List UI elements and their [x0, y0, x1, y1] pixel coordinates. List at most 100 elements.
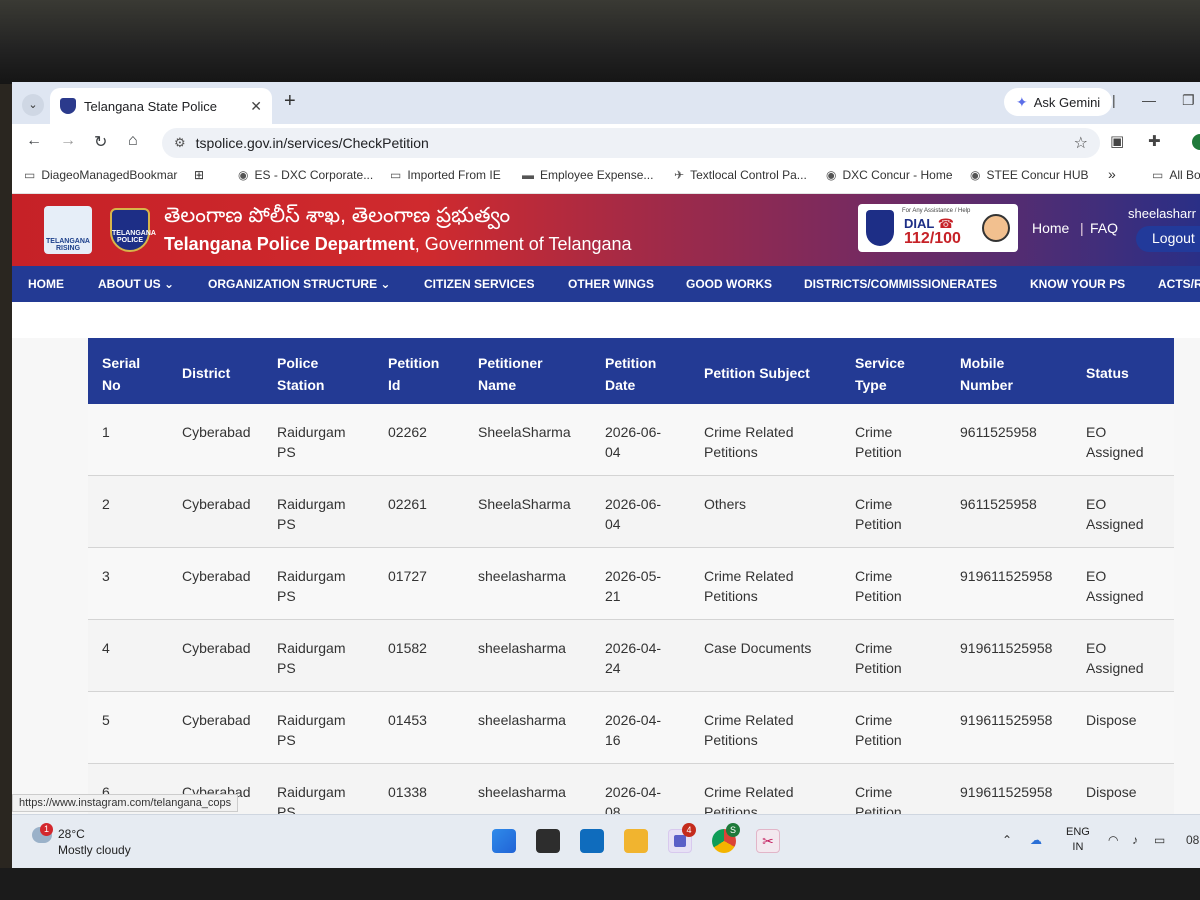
telangana-police-emblem[interactable]: TELANGANA POLICE: [110, 208, 156, 252]
cell-petition-id: 01453: [388, 712, 427, 728]
bookmark-item[interactable]: ◉ DXC Concur - Home: [826, 168, 953, 182]
nav-acts[interactable]: ACTS/R: [1158, 277, 1200, 291]
bookmark-item[interactable]: ▭ DiageoManagedBookmar: [24, 168, 177, 182]
cell-petition-date: 2026-06-04: [605, 496, 662, 532]
home-icon[interactable]: ⌂: [128, 132, 138, 150]
globe-icon: ◉: [826, 168, 837, 182]
cell-status: EO Assigned: [1086, 424, 1144, 460]
home-link[interactable]: Home: [1032, 220, 1069, 236]
bookmark-label: Imported From IE: [407, 168, 501, 182]
reading-list-icon[interactable]: ▣: [1110, 132, 1124, 150]
cell-district: Cyberabad: [182, 424, 251, 440]
cell-police-station: Raidurgam PS: [277, 712, 346, 748]
bookmark-label: ES - DXC Corporate...: [254, 168, 374, 182]
bookmark-star-icon[interactable]: ☆: [1074, 133, 1088, 153]
police-shield-icon: [866, 210, 894, 246]
nav-good-works[interactable]: GOOD WORKS: [686, 277, 772, 291]
cell-serial: 3: [102, 568, 110, 584]
outlook-icon[interactable]: [580, 829, 604, 853]
address-bar[interactable]: ⚙ tspolice.gov.in/services/CheckPetition…: [162, 128, 1100, 158]
bookmark-item[interactable]: ◉ ES - DXC Corporate...: [238, 168, 373, 182]
header-district: District: [182, 365, 231, 381]
task-view-icon[interactable]: [536, 829, 560, 853]
header-police-station: Police Station: [277, 355, 325, 393]
site-info-icon[interactable]: ⚙: [174, 135, 186, 151]
reload-icon[interactable]: ↻: [94, 132, 107, 152]
window-divider-icon: |: [1112, 92, 1116, 108]
snipping-tool-icon[interactable]: ✂: [756, 829, 780, 853]
cell-mobile-number: 919611525958: [960, 784, 1053, 800]
faq-link[interactable]: FAQ: [1090, 220, 1118, 236]
table-row: 1 Cyberabad Raidurgam PS 02262 SheelaSharma 2…: [88, 404, 1174, 476]
nav-about-us[interactable]: ABOUT US ⌄: [98, 277, 174, 291]
bookmark-item[interactable]: ▭ Imported From IE: [390, 168, 501, 182]
dial-text: DIAL ☎ 112/100: [904, 216, 961, 247]
clock[interactable]: 08: [1186, 833, 1199, 847]
header-serial-no: Serial No: [102, 355, 141, 393]
table-row: 3 Cyberabad Raidurgam PS 01727 sheelasharma 2…: [88, 548, 1174, 620]
bookmark-item[interactable]: ◉ STEE Concur HUB: [970, 168, 1089, 182]
ask-gemini-label: Ask Gemini: [1033, 94, 1101, 110]
bookmark-label: STEE Concur HUB: [986, 168, 1089, 182]
cell-mobile-number: 919611525958: [960, 712, 1053, 728]
cell-status: EO Assigned: [1086, 640, 1144, 676]
extensions-puzzle-icon[interactable]: ✚: [1148, 132, 1161, 150]
header-petition-subject: Petition Subject: [704, 365, 810, 381]
cell-petition-id: 01727: [388, 568, 427, 584]
telugu-title: తెలంగాణ పోలీస్ శాఖ, తెలంగాణ ప్రభుత్వం: [164, 204, 511, 227]
tab-close-icon[interactable]: ✕: [250, 98, 262, 115]
nav-organization-structure[interactable]: ORGANIZATION STRUCTURE ⌄: [208, 277, 391, 291]
windows-start-icon[interactable]: [492, 829, 516, 853]
minimize-window-icon[interactable]: —: [1142, 92, 1156, 108]
nav-citizen-services[interactable]: CITIZEN SERVICES: [424, 277, 534, 291]
monitor-bezel-bottom: [0, 868, 1200, 900]
back-arrow-icon[interactable]: ←: [26, 132, 42, 150]
cell-service-type: Crime Petition: [855, 568, 902, 604]
cell-service-type: Crime Petition: [855, 712, 902, 748]
telangana-rising-logo[interactable]: TELANGANA RISING: [44, 206, 92, 254]
textlocal-icon: ✈: [674, 168, 685, 182]
nav-other-wings[interactable]: OTHER WINGS: [568, 277, 654, 291]
browser-tab-active[interactable]: Telangana State Police ✕: [50, 88, 272, 124]
restore-window-icon[interactable]: ❐: [1182, 92, 1195, 109]
cell-petition-subject: Crime Related Petitions: [704, 424, 794, 460]
dial-112-banner[interactable]: For Any Assistance / Help DIAL ☎ 112/100: [858, 204, 1018, 252]
monitor-bezel-top: [0, 0, 1200, 84]
bookmark-item[interactable]: ▬ Employee Expense...: [522, 168, 653, 182]
table-body: 1 Cyberabad Raidurgam PS 02262 SheelaSharma 2…: [88, 404, 1174, 836]
weather-temperature[interactable]: 28°C: [58, 827, 85, 841]
cell-status: Dispose: [1086, 712, 1137, 728]
nav-home[interactable]: HOME: [28, 277, 64, 291]
cell-petition-subject: Crime Related Petitions: [704, 712, 794, 748]
header-separator: |: [1080, 220, 1084, 236]
volume-icon[interactable]: ♪: [1132, 833, 1138, 847]
more-bookmarks-button[interactable]: »: [1108, 166, 1116, 182]
new-tab-button[interactable]: +: [284, 90, 296, 113]
bookmark-item[interactable]: ▭ All Bo: [1152, 168, 1200, 182]
forward-arrow-icon[interactable]: →: [60, 132, 76, 150]
nav-districts[interactable]: DISTRICTS/COMMISSIONERATES: [804, 277, 997, 291]
petition-content: Serial No District Police Station Petiti…: [12, 338, 1200, 838]
table-row: 2 Cyberabad Raidurgam PS 02261 SheelaSharma 2…: [88, 476, 1174, 548]
bookmark-item[interactable]: ✈ Textlocal Control Pa...: [674, 168, 807, 182]
petition-table: Serial No District Police Station Petiti…: [88, 338, 1174, 836]
expense-icon: ▬: [522, 168, 534, 182]
apps-grid-icon[interactable]: ⊞: [194, 168, 204, 182]
profile-avatar[interactable]: [1192, 134, 1200, 150]
onedrive-cloud-icon[interactable]: ☁: [1030, 833, 1042, 847]
bookmark-label: Textlocal Control Pa...: [690, 168, 807, 182]
ask-gemini-button[interactable]: ✦ Ask Gemini: [1004, 88, 1113, 116]
bookmark-label: All Bo: [1169, 168, 1200, 182]
logout-button[interactable]: Logout: [1136, 226, 1200, 252]
tab-search-button[interactable]: ⌄: [22, 94, 44, 116]
cell-status: EO Assigned: [1086, 496, 1144, 532]
file-explorer-icon[interactable]: [624, 829, 648, 853]
site-header: TELANGANA RISING TELANGANA POLICE తెలంగా…: [12, 194, 1200, 266]
nav-know-your-ps[interactable]: KNOW YOUR PS: [1030, 277, 1125, 291]
cell-service-type: Crime Petition: [855, 424, 902, 460]
show-hidden-icons[interactable]: ⌃: [1002, 833, 1012, 847]
wifi-icon[interactable]: ◠: [1108, 833, 1118, 847]
language-indicator[interactable]: ENG IN: [1066, 825, 1090, 855]
battery-icon[interactable]: ▭: [1154, 833, 1165, 847]
weather-condition[interactable]: Mostly cloudy: [58, 843, 131, 857]
